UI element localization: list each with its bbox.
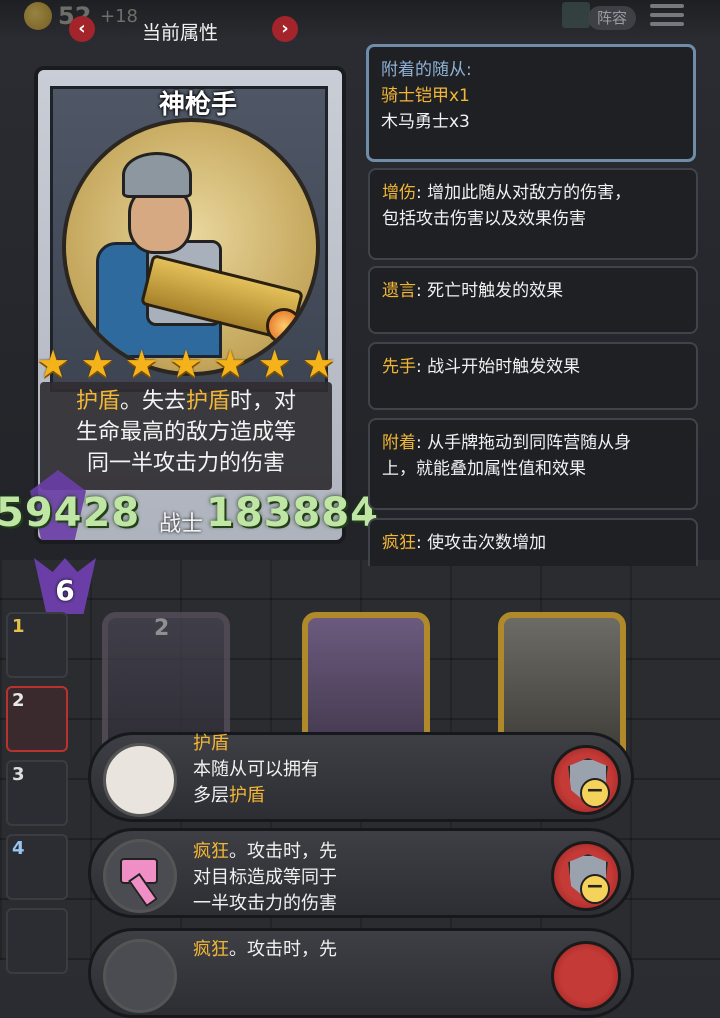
attached-item: 木马勇士x3 bbox=[381, 112, 470, 132]
shield-keyword[interactable]: 护盾 bbox=[76, 389, 120, 414]
keyword-label: 遗言 bbox=[382, 281, 416, 301]
team-slot-1[interactable]: 1 bbox=[6, 612, 68, 678]
hero-helmet bbox=[122, 152, 192, 198]
keyword-row-frenzy[interactable]: 疯狂。攻击时，先 对目标造成等同于 一半攻击力的伤害 − bbox=[88, 828, 634, 918]
cannon-muzzle bbox=[266, 308, 302, 344]
ability-line-3: 同一半攻击力的伤害 bbox=[86, 451, 285, 476]
keyword-box-damage-boost: 增伤: 增加此随从对敌方的伤害， 包括攻击伤害以及效果伤害 bbox=[368, 168, 698, 260]
keyword-text: 包括攻击伤害以及效果伤害 bbox=[382, 209, 586, 229]
team-slot-2[interactable]: 2 bbox=[6, 686, 68, 752]
keyword-text: : 死亡时触发的效果 bbox=[416, 281, 564, 301]
keyword-description: 疯狂。攻击时，先 对目标造成等同于 一半攻击力的伤害 bbox=[193, 839, 337, 917]
team-slot-4[interactable]: 4 bbox=[6, 834, 68, 900]
keyword-line: 多层 bbox=[193, 785, 229, 806]
keyword-row-frenzy-2[interactable]: 疯狂。攻击时，先 bbox=[88, 928, 634, 1018]
health-stat: 183884 bbox=[206, 490, 379, 536]
hero-name: 神枪手 bbox=[158, 90, 237, 120]
lineup-button[interactable]: 阵容 bbox=[588, 6, 636, 30]
keyword-text: : 从手牌拖动到同阵营随从身 bbox=[416, 433, 632, 453]
menu-icon[interactable] bbox=[650, 4, 684, 30]
minus-icon: − bbox=[580, 778, 610, 808]
hero-portrait bbox=[62, 118, 320, 376]
ability-description: 护盾。失去护盾时，对 生命最高的敌方造成等 同一半攻击力的伤害 bbox=[40, 386, 332, 479]
keyword-label: 附着 bbox=[382, 433, 416, 453]
next-attribute-button[interactable]: › bbox=[272, 16, 298, 42]
remove-keyword-button[interactable]: − bbox=[551, 745, 621, 815]
keyword-box-frenzy: 疯狂: 使攻击次数增加 bbox=[368, 518, 698, 566]
star-icon: ★ bbox=[213, 342, 248, 386]
star-rating: ★ ★ ★ ★ ★ ★ ★ bbox=[34, 344, 338, 384]
keyword-label: 先手 bbox=[382, 357, 416, 377]
slot-number: 2 bbox=[12, 690, 25, 711]
remove-keyword-button[interactable] bbox=[551, 941, 621, 1011]
star-icon: ★ bbox=[257, 342, 292, 386]
keyword-row-shield[interactable]: 护盾 本随从可以拥有 多层护盾 − bbox=[88, 732, 634, 822]
team-slot-5[interactable] bbox=[6, 908, 68, 974]
tribe-label: 战士 bbox=[159, 512, 204, 537]
keyword-text: : 战斗开始时触发效果 bbox=[416, 357, 581, 377]
keyword-box-first-strike: 先手: 战斗开始时触发效果 bbox=[368, 342, 698, 410]
minion-cost: 2 bbox=[154, 616, 170, 641]
keyword-text: : 使攻击次数增加 bbox=[416, 533, 547, 553]
slot-number: 4 bbox=[12, 838, 25, 859]
level-number: 6 bbox=[55, 574, 75, 607]
keyword-description: 疯狂。攻击时，先 bbox=[193, 937, 337, 963]
hammer-icon bbox=[103, 939, 177, 1013]
panel-title: 当前属性 bbox=[141, 22, 218, 44]
ability-text: 。失去 bbox=[119, 389, 186, 414]
slot-number: 1 bbox=[12, 616, 25, 637]
keyword-box-deathrattle: 遗言: 死亡时触发的效果 bbox=[368, 266, 698, 334]
prev-attribute-button[interactable]: ‹ bbox=[69, 16, 95, 42]
star-icon: ★ bbox=[80, 342, 115, 386]
slot-number: 3 bbox=[12, 764, 25, 785]
minus-icon: − bbox=[580, 874, 610, 904]
keyword-text: : 增加此随从对敌方的伤害， bbox=[416, 183, 632, 203]
book-icon[interactable] bbox=[562, 2, 590, 28]
star-icon: ★ bbox=[168, 342, 204, 386]
team-slot-3[interactable]: 3 bbox=[6, 760, 68, 826]
attached-minions-box: 附着的随从: 骑士铠甲x1 木马勇士x3 bbox=[366, 44, 696, 162]
keyword-description: 护盾 本随从可以拥有 多层护盾 bbox=[193, 731, 319, 809]
keyword-label: 疯狂 bbox=[382, 533, 416, 553]
shield-keyword[interactable]: 护盾 bbox=[186, 389, 230, 414]
keyword-label: 增伤 bbox=[382, 183, 416, 203]
hammer-icon bbox=[103, 839, 177, 913]
attack-stat: 59428 bbox=[0, 490, 141, 536]
keyword-inline: 护盾 bbox=[229, 785, 265, 806]
mirror-icon bbox=[103, 743, 177, 817]
keyword-line: 。攻击时，先 bbox=[229, 841, 337, 862]
keyword-line: 。攻击时，先 bbox=[229, 939, 337, 960]
keyword-title: 护盾 bbox=[193, 733, 229, 754]
star-icon: ★ bbox=[301, 342, 336, 386]
attached-title: 附着的随从: bbox=[381, 60, 472, 80]
keyword-line: 一半攻击力的伤害 bbox=[193, 893, 337, 914]
attached-item: 骑士铠甲x1 bbox=[381, 86, 470, 106]
keyword-title: 疯狂 bbox=[193, 939, 229, 960]
gold-coin-icon bbox=[24, 2, 52, 30]
star-icon: ★ bbox=[36, 342, 71, 386]
keyword-title: 疯狂 bbox=[193, 841, 229, 862]
keyword-line: 本随从可以拥有 bbox=[193, 759, 319, 780]
keyword-line: 对目标造成等同于 bbox=[193, 867, 337, 888]
keyword-box-attach: 附着: 从手牌拖动到同阵营随从身 上，就能叠加属性值和效果 bbox=[368, 418, 698, 510]
keyword-text: 上，就能叠加属性值和效果 bbox=[382, 459, 586, 479]
top-bar: 52 +18 阵容 bbox=[0, 0, 720, 38]
remove-keyword-button[interactable]: − bbox=[551, 841, 621, 911]
ability-text: 时，对 bbox=[230, 389, 297, 414]
star-icon: ★ bbox=[124, 342, 159, 386]
keyword-glossary[interactable]: 附着的随从: 骑士铠甲x1 木马勇士x3 增伤: 增加此随从对敌方的伤害， 包括… bbox=[360, 40, 710, 566]
ability-line-2: 生命最高的敌方造成等 bbox=[75, 420, 296, 445]
